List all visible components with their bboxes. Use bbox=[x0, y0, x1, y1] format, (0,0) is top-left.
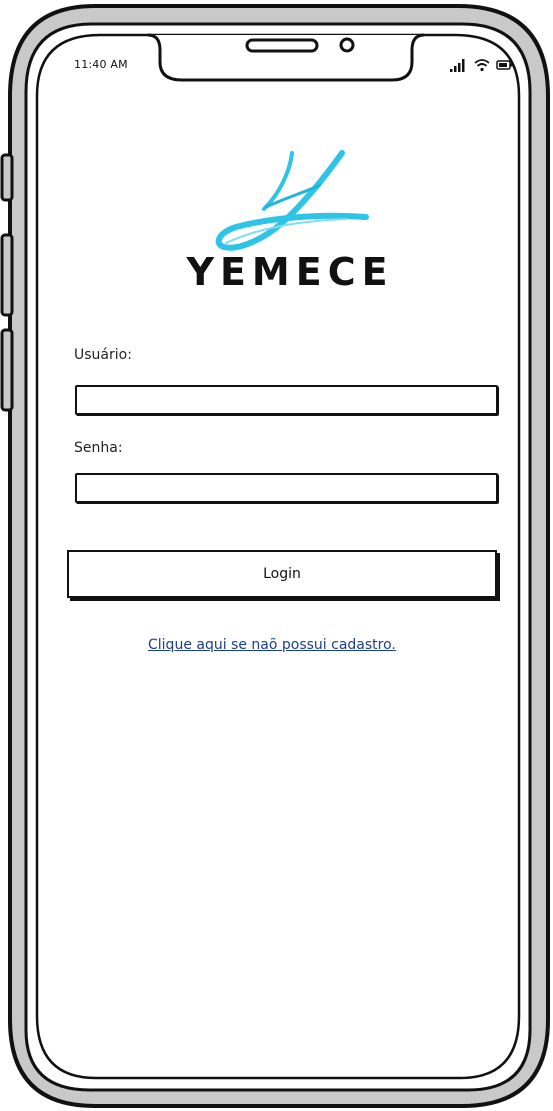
battery-icon bbox=[496, 60, 513, 70]
signal-icon bbox=[450, 59, 465, 72]
password-label: Senha: bbox=[74, 440, 123, 456]
login-button[interactable]: Login bbox=[67, 550, 497, 598]
wifi-icon bbox=[474, 59, 490, 72]
password-input[interactable] bbox=[77, 475, 496, 501]
username-label: Usuário: bbox=[74, 347, 132, 363]
signup-link[interactable]: Clique aqui se naõ possui cadastro. bbox=[148, 637, 448, 653]
status-time: 11:40 AM bbox=[74, 58, 128, 71]
brand-name: YEMECE bbox=[186, 250, 394, 294]
username-field[interactable] bbox=[75, 385, 498, 415]
status-icons bbox=[450, 57, 514, 73]
password-field[interactable] bbox=[75, 473, 498, 503]
y-script-logo bbox=[215, 150, 369, 251]
username-input[interactable] bbox=[77, 387, 496, 413]
login-screen: 11:40 AM YEMECE Usuário: Senha: Login Cl… bbox=[0, 0, 553, 1111]
